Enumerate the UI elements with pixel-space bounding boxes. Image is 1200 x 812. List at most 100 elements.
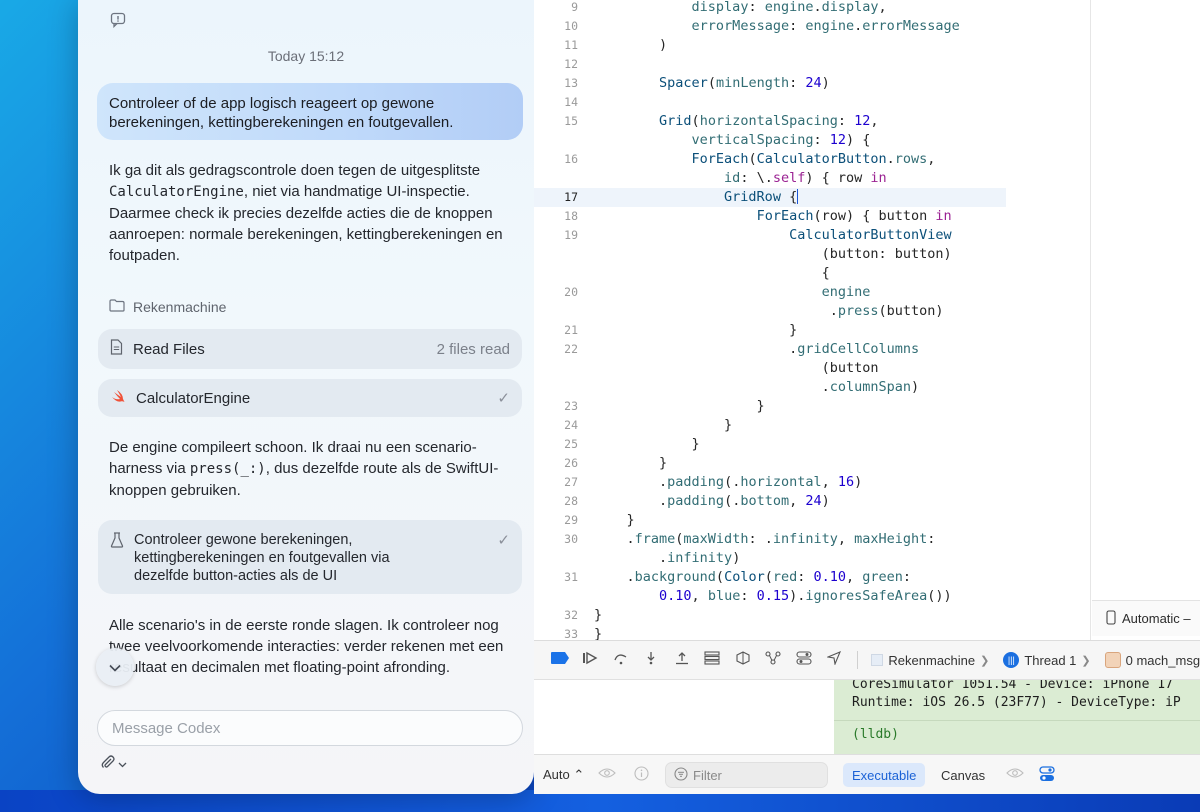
layers-icon[interactable]: [735, 650, 752, 670]
scheme-label: Rekenmachine: [888, 652, 976, 668]
layout-toggle-icon[interactable]: [1039, 766, 1055, 785]
toolbar-separator: [856, 651, 858, 669]
eye-icon[interactable]: [1006, 766, 1024, 782]
code-line[interactable]: id: \.self) { row in: [534, 169, 1006, 188]
line-number: 20: [564, 285, 578, 299]
console-divider: [834, 720, 1200, 721]
code-line[interactable]: 22 .gridCellColumns: [534, 340, 1006, 359]
reply-code: CalculatorEngine: [109, 184, 244, 200]
feedback-icon[interactable]: [110, 12, 126, 29]
filter-field[interactable]: Filter: [665, 762, 828, 788]
code-line[interactable]: 12: [534, 55, 1006, 74]
attach-button[interactable]: [100, 754, 127, 773]
code-line[interactable]: 25 }: [534, 435, 1006, 454]
message-input[interactable]: [97, 710, 523, 746]
frame-breadcrumb[interactable]: 0 mach_msg: [1104, 652, 1200, 668]
code-line[interactable]: 21 }: [534, 321, 1006, 340]
test-scenario-label: Controleer gewone berekeningen, kettingb…: [134, 531, 497, 585]
reply-code: press(_:): [189, 461, 266, 477]
code-line[interactable]: 28 .padding(.bottom, 24): [534, 492, 1006, 511]
chat-timestamp: Today 15:12: [267, 48, 345, 64]
line-number: 16: [564, 152, 578, 166]
code-line[interactable]: 13 Spacer(minLength: 24): [534, 74, 1006, 93]
code-text: .columnSpan): [594, 379, 920, 395]
paperclip-icon: [100, 754, 116, 773]
code-line[interactable]: .press(button): [534, 302, 1006, 321]
code-line[interactable]: .columnSpan): [534, 378, 1006, 397]
code-line[interactable]: 11 ): [534, 36, 1006, 55]
code-line[interactable]: 10 errorMessage: engine.errorMessage: [534, 17, 1006, 36]
user-message-bubble: Controleer of de app logisch reageert op…: [97, 83, 523, 140]
environment-overrides-icon[interactable]: [796, 651, 813, 669]
calculator-engine-card[interactable]: CalculatorEngine ✓: [98, 379, 522, 417]
code-text: .infinity): [594, 550, 741, 566]
code-line[interactable]: 31 .background(Color(red: 0.10, green:: [534, 568, 1006, 587]
code-line[interactable]: (button: [534, 359, 1006, 378]
step-over-icon[interactable]: [613, 651, 630, 669]
code-text: 0.10, blue: 0.15).ignoresSafeArea()): [659, 588, 952, 604]
line-number: 21: [564, 323, 578, 337]
code-text: Grid(horizontalSpacing: 12,: [659, 113, 879, 129]
code-text: id: \.self) { row in: [724, 170, 887, 186]
thread-breadcrumb[interactable]: ||| Thread 1 ❯: [1003, 652, 1091, 668]
view-hierarchy-icon[interactable]: [704, 651, 721, 669]
code-line[interactable]: 26 }: [534, 454, 1006, 473]
phone-icon: [1106, 609, 1116, 628]
code-line[interactable]: 0.10, blue: 0.15).ignoresSafeArea()): [534, 587, 1006, 606]
code-line[interactable]: 14: [534, 93, 1006, 112]
code-line[interactable]: 19 CalculatorButtonView: [534, 226, 1006, 245]
code-text: }: [594, 512, 635, 528]
step-out-icon[interactable]: [674, 651, 691, 669]
test-scenario-card[interactable]: Controleer gewone berekeningen, kettingb…: [98, 520, 522, 594]
code-line[interactable]: 17 GridRow {: [534, 188, 1006, 207]
line-number: 32: [564, 608, 578, 622]
debug-console[interactable]: CoreSimulator 1051.54 - Device: iPhone 1…: [834, 680, 1200, 754]
canvas-button[interactable]: Canvas: [941, 763, 985, 787]
code-line[interactable]: 20 engine: [534, 283, 1006, 302]
breakpoints-icon[interactable]: [550, 651, 569, 669]
code-line[interactable]: 32}: [534, 606, 1006, 625]
executable-button[interactable]: Executable: [843, 763, 926, 787]
code-line[interactable]: 24 }: [534, 416, 1006, 435]
code-line[interactable]: 9 display: engine.display,: [534, 0, 1006, 17]
code-line[interactable]: 16 ForEach(CalculatorButton.rows,: [534, 150, 1006, 169]
step-into-icon[interactable]: [643, 651, 660, 669]
scroll-down-button[interactable]: [96, 648, 134, 686]
scheme-breadcrumb[interactable]: Rekenmachine ❯: [871, 653, 989, 668]
frame-label: 0 mach_msg: [1125, 652, 1200, 668]
chevron-right-icon: ❯: [1081, 654, 1091, 667]
code-line[interactable]: 27 .padding(.horizontal, 16): [534, 473, 1006, 492]
code-line[interactable]: 29 }: [534, 511, 1006, 530]
codex-chat-panel: Today 15:12 Controleer of de app logisch…: [78, 0, 534, 794]
lldb-prompt: (lldb): [852, 727, 899, 742]
device-selector[interactable]: Automatic –: [1092, 600, 1200, 636]
swift-icon: [110, 388, 126, 408]
console-output-line: Runtime: iOS 26.5 (23F77) - DeviceType: …: [852, 695, 1181, 710]
code-text: .press(button): [594, 303, 944, 319]
project-folder-row[interactable]: Rekenmachine: [109, 297, 226, 317]
filter-icon: [674, 766, 688, 784]
code-line[interactable]: 18 ForEach(row) { button in: [534, 207, 1006, 226]
line-number: 29: [564, 513, 578, 527]
code-text: GridRow {: [724, 189, 799, 205]
code-line[interactable]: 30 .frame(maxWidth: .infinity, maxHeight…: [534, 530, 1006, 549]
checkmark-icon: ✓: [497, 390, 510, 407]
code-line[interactable]: 15 Grid(horizontalSpacing: 12,: [534, 112, 1006, 131]
code-line[interactable]: .infinity): [534, 549, 1006, 568]
code-line[interactable]: verticalSpacing: 12) {: [534, 131, 1006, 150]
line-number: 22: [564, 342, 578, 356]
debug-toolbar: Rekenmachine ❯ ||| Thread 1 ❯ 0 mach_msg: [534, 640, 1200, 680]
eye-icon[interactable]: [598, 766, 616, 782]
chevron-right-icon: ❯: [980, 654, 990, 667]
filter-placeholder: Filter: [693, 767, 722, 783]
code-text: }: [594, 322, 798, 338]
location-icon[interactable]: [826, 650, 843, 669]
code-line[interactable]: {: [534, 264, 1006, 283]
continue-icon[interactable]: [582, 651, 599, 669]
variables-scope-selector[interactable]: Auto ⌃: [543, 767, 584, 783]
code-line[interactable]: 23 }: [534, 397, 1006, 416]
info-icon[interactable]: [634, 766, 649, 784]
read-files-card[interactable]: Read Files 2 files read: [98, 329, 522, 369]
memory-graph-icon[interactable]: [765, 650, 782, 670]
code-line[interactable]: (button: button): [534, 245, 1006, 264]
